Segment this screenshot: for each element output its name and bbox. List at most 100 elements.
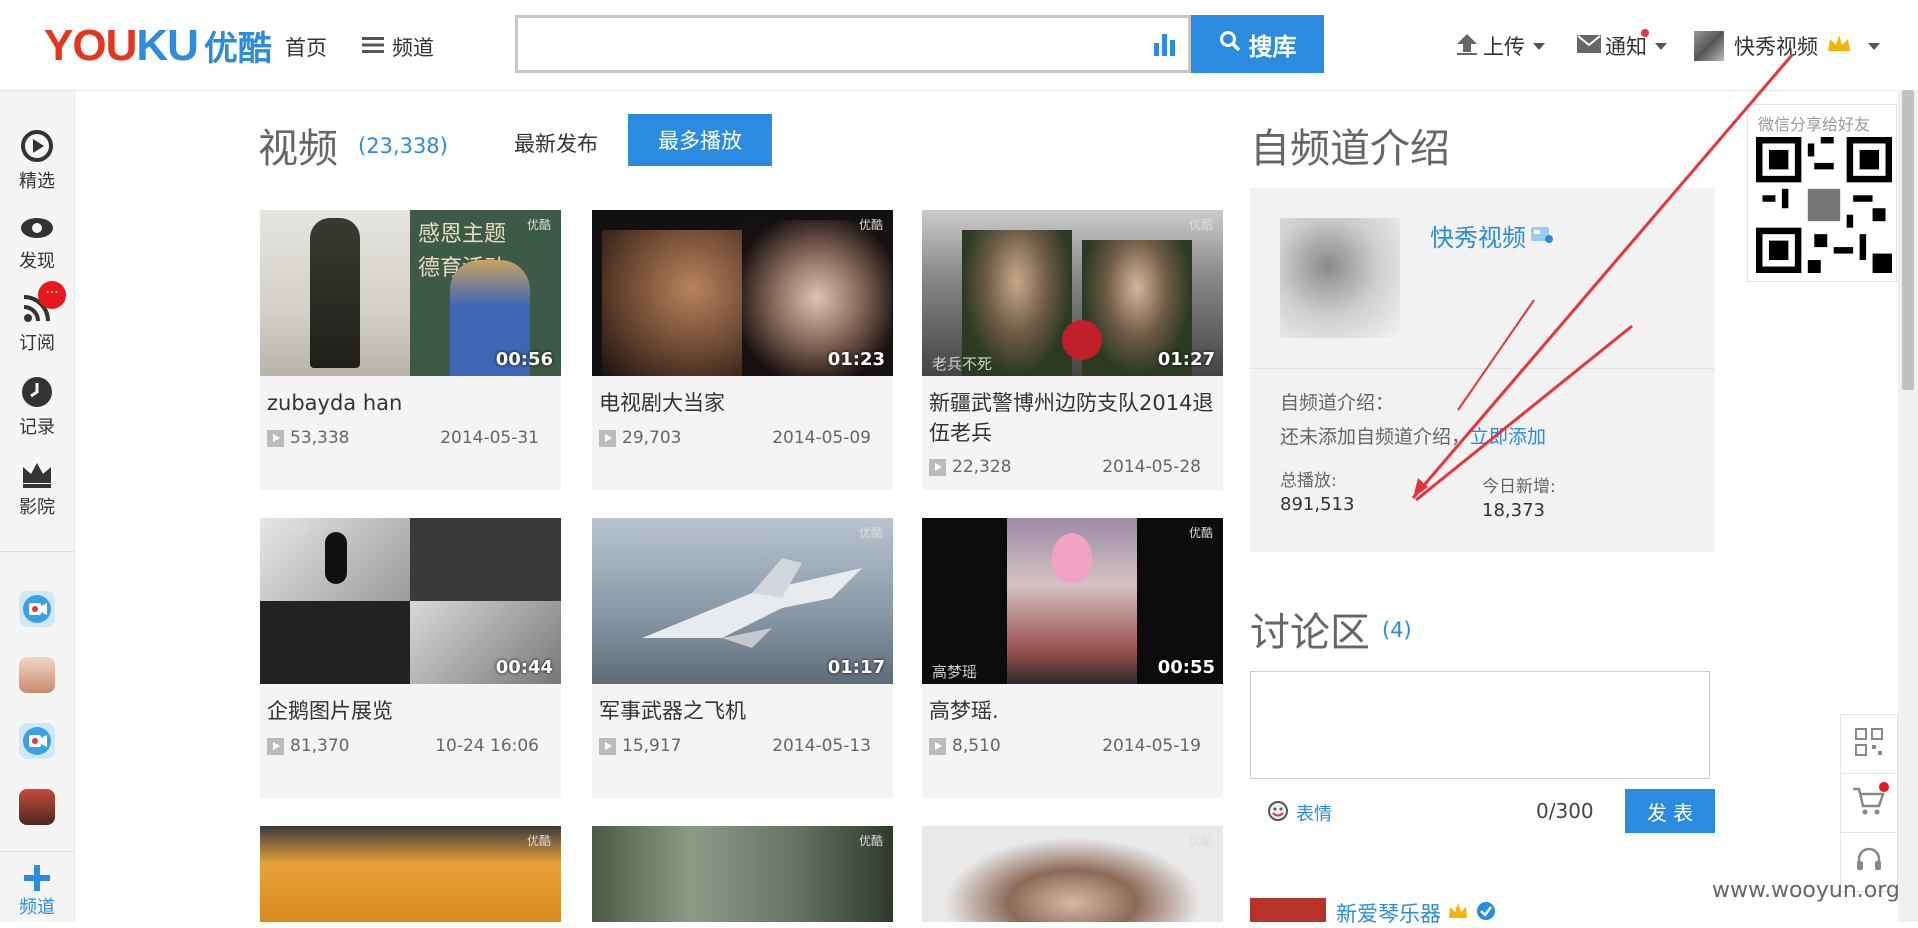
comment-user-avatar[interactable] bbox=[1250, 898, 1326, 922]
video-card[interactable]: 优酷 bbox=[260, 826, 561, 922]
headset-icon bbox=[1854, 845, 1884, 879]
comment-textarea[interactable] bbox=[1250, 671, 1710, 779]
qr-code-icon[interactable] bbox=[1756, 137, 1892, 273]
page-scrollbar[interactable] bbox=[1898, 90, 1918, 922]
play-count: 22,328 bbox=[952, 457, 1012, 477]
channel-intro-panel: 快秀视频 自频道介绍： 还未添加自频道介绍，立即添加 总播放: 891,513 … bbox=[1250, 188, 1715, 552]
emoji-button[interactable]: 表情 bbox=[1266, 800, 1332, 826]
total-plays-value: 891,513 bbox=[1280, 494, 1355, 515]
submit-comment-button[interactable]: 发 表 bbox=[1625, 789, 1715, 833]
video-duration: 01:23 bbox=[827, 349, 885, 370]
video-card[interactable]: 优酷 01:23 电视剧大当家 29,703 2014-05-09 bbox=[592, 210, 893, 490]
menu-icon bbox=[362, 35, 384, 59]
subscribed-channel-avatar[interactable] bbox=[19, 657, 55, 693]
tab-latest[interactable]: 最新发布 bbox=[514, 128, 598, 158]
video-thumbnail[interactable]: 优酷 老兵不死 01:27 bbox=[922, 210, 1223, 376]
play-count: 15,917 bbox=[622, 736, 682, 756]
discussion-title: 讨论区 bbox=[1250, 610, 1370, 656]
video-duration: 00:44 bbox=[495, 657, 553, 678]
nav-home-link[interactable]: 首页 bbox=[285, 32, 327, 62]
play-icon bbox=[599, 429, 616, 447]
verified-channel-icon bbox=[1530, 224, 1554, 248]
cart-float-button[interactable] bbox=[1840, 773, 1898, 833]
subscribed-channel-avatar[interactable] bbox=[19, 591, 55, 627]
video-title[interactable]: 高梦瑶. bbox=[929, 696, 1219, 726]
search-button[interactable]: 搜库 bbox=[1191, 15, 1324, 73]
thumb-watermark-youku: youku bbox=[270, 522, 307, 536]
video-title[interactable]: 军事武器之飞机 bbox=[599, 696, 889, 726]
mail-icon bbox=[1577, 34, 1601, 58]
chevron-down-icon bbox=[1533, 42, 1545, 50]
sidebar-item-label: 影院 bbox=[19, 497, 55, 518]
video-card[interactable]: 优酷 01:17 军事武器之飞机 15,917 2014-05-13 bbox=[592, 518, 893, 798]
logo-text-cn: 优酷 bbox=[203, 29, 272, 69]
clock-icon bbox=[20, 375, 54, 409]
video-card[interactable]: 优酷 bbox=[592, 826, 893, 922]
add-channel-label: 频道 bbox=[19, 897, 55, 918]
video-thumbnail[interactable]: 优酷 01:17 bbox=[592, 518, 893, 684]
video-thumbnail[interactable]: youku 00:44 bbox=[260, 518, 561, 684]
logo-text-ku: KU bbox=[136, 21, 199, 70]
video-card[interactable]: youku 00:44 企鹅图片展览 81,370 10-24 16:06 bbox=[260, 518, 561, 798]
intro-text: 还未添加自频道介绍，立即添加 bbox=[1280, 422, 1546, 449]
sidebar-item-discover[interactable]: 发现 bbox=[0, 213, 74, 273]
wechat-share-panel: 微信分享给好友 bbox=[1747, 104, 1897, 282]
video-card[interactable]: 优酷 bbox=[922, 826, 1223, 922]
sidebar-item-history[interactable]: 记录 bbox=[0, 375, 74, 439]
play-icon bbox=[267, 429, 284, 447]
play-circle-icon bbox=[20, 129, 54, 163]
voice-bars-icon[interactable] bbox=[1152, 31, 1178, 61]
thumb-watermark: 优酷 bbox=[1188, 218, 1213, 232]
search-icon bbox=[1219, 30, 1241, 58]
notify-label: 通知 bbox=[1605, 35, 1647, 59]
verified-check-icon bbox=[1475, 900, 1497, 926]
scrollbar-thumb[interactable] bbox=[1902, 90, 1914, 390]
video-card[interactable]: 感恩主题德育活动 优酷 00:56 zubayda han 53,338 201… bbox=[260, 210, 561, 490]
sidebar-divider bbox=[0, 551, 74, 552]
vip-crown-icon bbox=[1826, 33, 1852, 60]
unread-badge: ··· bbox=[38, 281, 66, 309]
subscribed-channel-avatar[interactable] bbox=[19, 789, 55, 825]
intro-label: 自频道介绍： bbox=[1280, 392, 1395, 414]
comment-user[interactable]: 新爱琴乐器 bbox=[1336, 898, 1497, 928]
video-date: 2014-05-19 bbox=[1102, 736, 1201, 756]
discussion-count: (4) bbox=[1382, 618, 1412, 642]
sidebar-item-label: 记录 bbox=[19, 417, 55, 438]
sidebar-item-subscribe[interactable]: 订阅 ··· bbox=[0, 281, 74, 355]
logo-text-you: YOU bbox=[44, 21, 137, 70]
video-card[interactable]: 优酷 高梦瑶 00:55 高梦瑶. 8,510 2014-05-19 bbox=[922, 518, 1223, 798]
play-count: 29,703 bbox=[622, 428, 682, 448]
sidebar-item-featured[interactable]: 精选 bbox=[0, 129, 74, 193]
search-input[interactable] bbox=[515, 15, 1191, 73]
user-menu[interactable]: 快秀视频 bbox=[1694, 31, 1880, 61]
qr-float-button[interactable] bbox=[1840, 714, 1898, 774]
video-plays: 15,917 bbox=[599, 736, 681, 756]
youku-logo[interactable]: YOUKU 优酷 bbox=[44, 22, 272, 73]
video-title[interactable]: 电视剧大当家 bbox=[599, 388, 889, 418]
video-plays: 81,370 bbox=[267, 736, 349, 756]
sidebar-item-cinema[interactable]: 影院 bbox=[0, 459, 74, 519]
channel-name-link[interactable]: 快秀视频 bbox=[1430, 218, 1554, 253]
play-icon bbox=[599, 737, 616, 755]
add-intro-link[interactable]: 立即添加 bbox=[1470, 426, 1546, 448]
channel-avatar[interactable] bbox=[1280, 218, 1400, 338]
notify-menu[interactable]: 通知 bbox=[1577, 29, 1667, 61]
video-thumbnail[interactable]: 优酷 高梦瑶 00:55 bbox=[922, 518, 1223, 684]
nav-channel-link[interactable]: 频道 bbox=[362, 32, 434, 62]
add-channel-button[interactable]: 频道 bbox=[0, 863, 74, 919]
video-thumbnail[interactable]: 优酷 01:23 bbox=[592, 210, 893, 376]
play-count: 81,370 bbox=[290, 736, 350, 756]
video-thumbnail[interactable]: 感恩主题德育活动 优酷 00:56 bbox=[260, 210, 561, 376]
notify-dot bbox=[1641, 29, 1649, 37]
subscribed-channel-avatar[interactable] bbox=[19, 723, 55, 759]
upload-menu[interactable]: 上传 bbox=[1455, 31, 1545, 61]
video-title[interactable]: 企鹅图片展览 bbox=[267, 696, 557, 726]
video-date: 2014-05-31 bbox=[440, 428, 539, 448]
tab-most-played[interactable]: 最多播放 bbox=[628, 114, 772, 166]
intro-empty-text: 还未添加自频道介绍， bbox=[1280, 426, 1471, 448]
video-title[interactable]: zubayda han bbox=[267, 388, 557, 418]
video-card[interactable]: 优酷 老兵不死 01:27 新疆武警博州边防支队2014退伍老兵 22,328 … bbox=[922, 210, 1223, 490]
video-title[interactable]: 新疆武警博州边防支队2014退伍老兵 bbox=[929, 388, 1219, 448]
site-watermark: www.wooyun.org bbox=[1712, 878, 1900, 903]
thumb-watermark: 优酷 bbox=[526, 834, 551, 848]
